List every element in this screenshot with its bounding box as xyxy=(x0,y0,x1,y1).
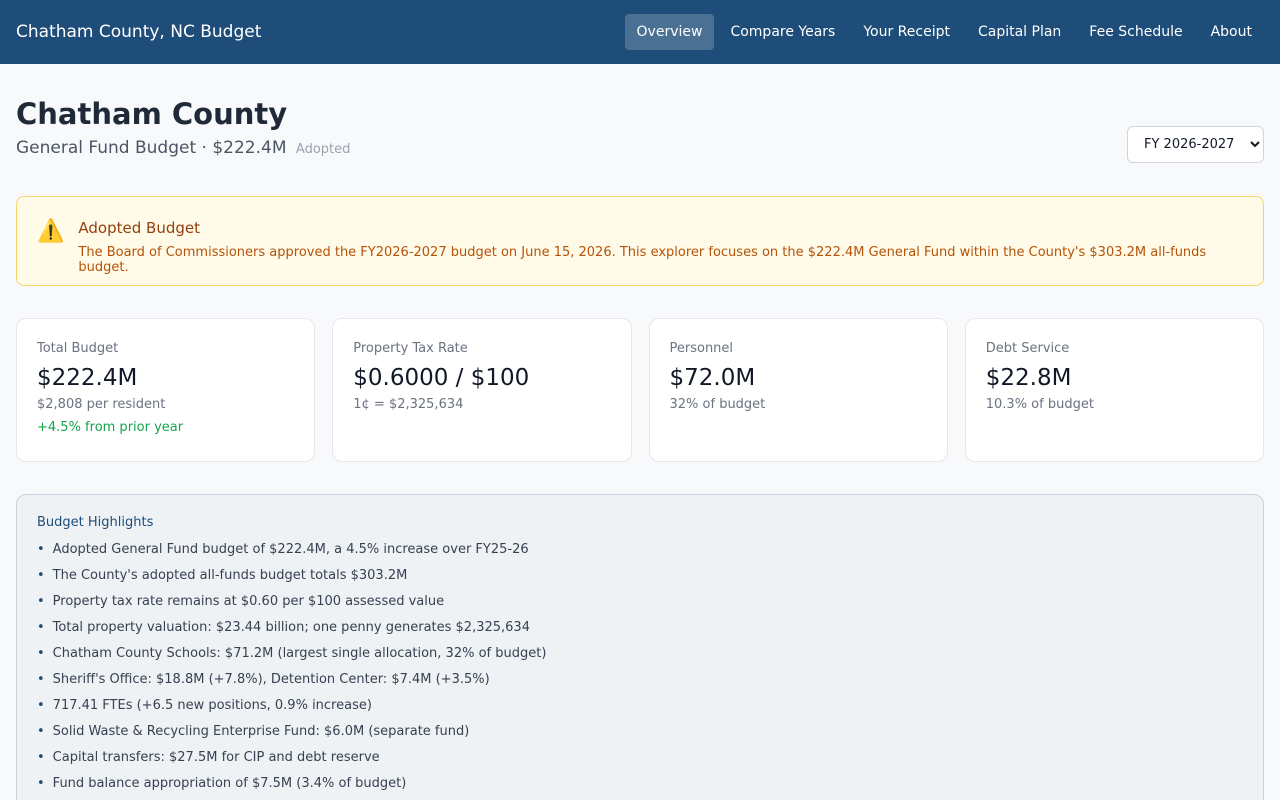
list-item-text: Total property valuation: $23.44 billion… xyxy=(52,620,530,635)
card-value: $222.4M xyxy=(37,365,138,391)
page-title: Chatham County xyxy=(16,97,288,131)
page-header: Chatham County General Fund Budget · $22… xyxy=(16,64,1264,196)
card-subtext: 32% of budget xyxy=(669,397,766,412)
page-heading-group: Chatham County General Fund Budget · $22… xyxy=(16,98,350,158)
card-debt-service: Debt Service $22.8M 10.3% of budget xyxy=(964,318,1264,462)
nav-about[interactable]: About xyxy=(1199,14,1264,50)
list-item: • The County's adopted all-funds budget t… xyxy=(37,568,1243,594)
main-content: Chatham County General Fund Budget · $22… xyxy=(0,64,1280,800)
bullet-icon: • xyxy=(37,594,45,609)
list-item: • Chatham County Schools: $71.2M (largest… xyxy=(37,646,1243,672)
list-item-text: Capital transfers: $27.5M for CIP and de… xyxy=(52,750,380,765)
card-subtext: 10.3% of budget xyxy=(985,397,1094,412)
warning-icon: ⚠️ xyxy=(37,219,65,244)
card-change: +4.5% from prior year xyxy=(37,420,184,435)
list-item-text: Sheriff's Office: $18.8M (+7.8%), Detent… xyxy=(52,672,490,687)
list-item: • Capital transfers: $27.5M for CIP and d… xyxy=(37,750,1243,776)
list-item: • Solid Waste & Recycling Enterprise Fund… xyxy=(37,724,1243,750)
summary-cards: Total Budget $222.4M $2,808 per resident… xyxy=(16,318,1264,462)
card-value: $72.0M xyxy=(669,365,756,391)
nav-your-receipt[interactable]: Your Receipt xyxy=(851,14,962,50)
status-badge: Adopted xyxy=(295,142,351,157)
card-label: Total Budget xyxy=(37,341,119,356)
highlights-list: • Adopted General Fund budget of $222.4M,… xyxy=(37,542,1243,800)
bullet-icon: • xyxy=(37,776,45,791)
list-item: • Total property valuation: $23.44 billio… xyxy=(37,620,1243,646)
site-brand[interactable]: Chatham County, NC Budget xyxy=(16,22,261,42)
nav-fee-schedule[interactable]: Fee Schedule xyxy=(1077,14,1194,50)
card-label: Property Tax Rate xyxy=(353,341,468,356)
list-item: • Sheriff's Office: $18.8M (+7.8%), Deten… xyxy=(37,672,1243,698)
budget-highlights: Budget Highlights • Adopted General Fund … xyxy=(16,494,1264,800)
highlights-title: Budget Highlights xyxy=(37,515,154,530)
list-item-text: 717.41 FTEs (+6.5 new positions, 0.9% in… xyxy=(52,698,372,713)
nav-capital-plan[interactable]: Capital Plan xyxy=(966,14,1073,50)
card-subtext: $2,808 per resident xyxy=(37,397,166,412)
bullet-icon: • xyxy=(37,698,45,713)
page-subtitle: General Fund Budget · $222.4M Adopted xyxy=(16,138,350,158)
list-item: • Property tax rate remains at $0.60 per … xyxy=(37,594,1243,620)
card-total-budget: Total Budget $222.4M $2,808 per resident… xyxy=(16,318,316,462)
list-item-text: The County's adopted all-funds budget to… xyxy=(52,568,408,583)
bullet-icon: • xyxy=(37,646,45,661)
fiscal-year-select[interactable]: FY 2026-2027 xyxy=(1127,126,1264,163)
list-item: • Adopted General Fund budget of $222.4M,… xyxy=(37,542,1243,568)
main-nav: Overview Compare Years Your Receipt Capi… xyxy=(621,14,1264,50)
nav-compare-years[interactable]: Compare Years xyxy=(718,14,847,50)
bullet-icon: • xyxy=(37,620,45,635)
top-navigation-bar: Chatham County, NC Budget Overview Compa… xyxy=(0,0,1280,64)
bullet-icon: • xyxy=(37,672,45,687)
budget-subtitle-text: General Fund Budget · $222.4M xyxy=(16,138,287,158)
list-item: • Fund balance appropriation of $7.5M (3.… xyxy=(37,776,1243,800)
card-value: $22.8M xyxy=(985,365,1072,391)
list-item-text: Adopted General Fund budget of $222.4M, … xyxy=(52,542,529,557)
card-property-tax-rate: Property Tax Rate $0.6000 / $100 1¢ = $2… xyxy=(332,318,632,462)
bullet-icon: • xyxy=(37,542,45,557)
list-item-text: Property tax rate remains at $0.60 per $… xyxy=(52,594,445,609)
nav-overview[interactable]: Overview xyxy=(624,14,715,50)
list-item-text: Fund balance appropriation of $7.5M (3.4… xyxy=(52,776,407,791)
bullet-icon: • xyxy=(37,724,45,739)
card-subtext: 1¢ = $2,325,634 xyxy=(353,397,464,412)
alert-body: Adopted Budget The Board of Commissioner… xyxy=(78,219,1243,275)
card-label: Debt Service xyxy=(985,341,1070,356)
card-value: $0.6000 / $100 xyxy=(353,365,530,391)
list-item: • 717.41 FTEs (+6.5 new positions, 0.9% i… xyxy=(37,698,1243,724)
list-item-text: Chatham County Schools: $71.2M (largest … xyxy=(52,646,547,661)
list-item-text: Solid Waste & Recycling Enterprise Fund:… xyxy=(52,724,470,739)
alert-title: Adopted Budget xyxy=(78,219,200,237)
alert-text: The Board of Commissioners approved the … xyxy=(78,245,1207,275)
bullet-icon: • xyxy=(37,568,45,583)
bullet-icon: • xyxy=(37,750,45,765)
card-label: Personnel xyxy=(669,341,734,356)
card-personnel: Personnel $72.0M 32% of budget xyxy=(648,318,948,462)
adopted-budget-alert: ⚠️ Adopted Budget The Board of Commissio… xyxy=(16,196,1264,286)
